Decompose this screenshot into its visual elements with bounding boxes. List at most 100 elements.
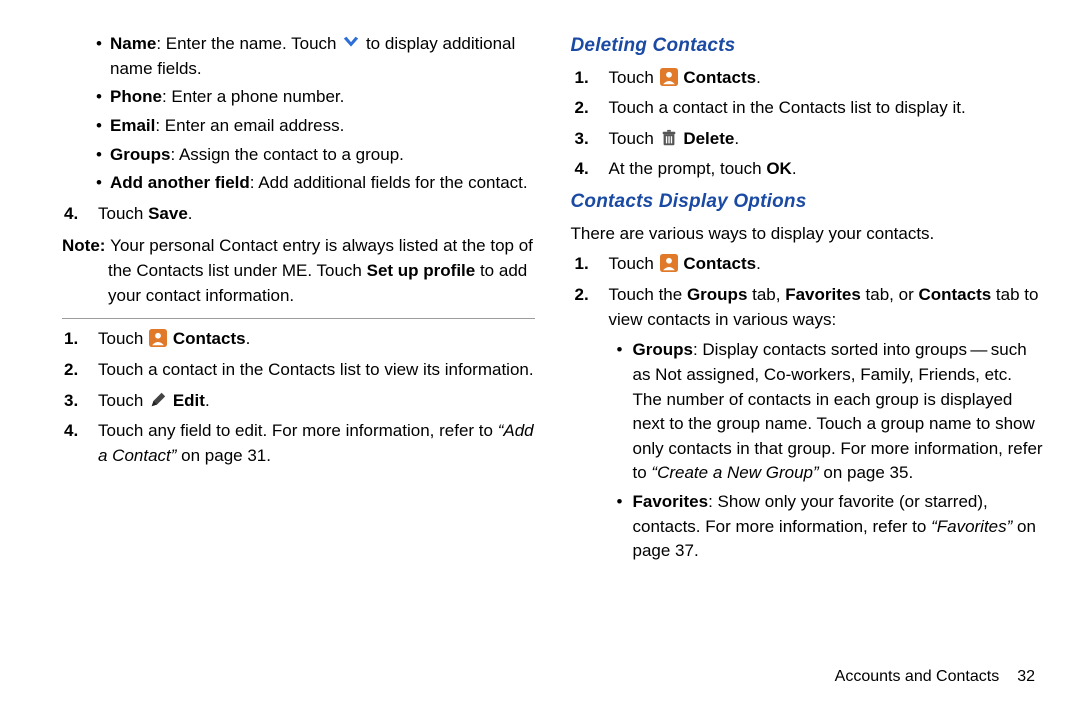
text: . [756,254,761,273]
text: Touch [98,204,148,223]
heading-deleting-contacts: Deleting Contacts [571,32,1046,60]
step-touch-edit: 3. Touch Edit. [90,389,535,414]
cross-reference: “Create a New Group” [651,463,818,482]
edit-steps: 1. Touch Contacts. 2. Touch a contact in… [60,327,535,468]
step-number: 1. [64,327,78,352]
delete-label: Delete [683,129,734,148]
page-footer: Accounts and Contacts 32 [835,665,1035,688]
text: : Add additional fields for the contact. [250,173,528,192]
save-label: Save [148,204,188,223]
bullet-phone: Phone: Enter a phone number. [110,85,535,110]
step-number: 2. [575,283,589,308]
display-sub-bullets: Groups: Display contacts sorted into gro… [571,338,1046,564]
ok-label: OK [766,159,792,178]
text: . [792,159,797,178]
manual-page: Name: Enter the name. Touch to display a… [0,0,1080,720]
text: . [246,329,251,348]
note-block: Note: Your personal Contact entry is alw… [62,234,535,319]
step-del-delete: 3. Touch Delete. [601,127,1046,152]
field-descriptions: Name: Enter the name. Touch to display a… [60,32,535,196]
step-number: 2. [64,358,78,383]
step-del-ok: 4. At the prompt, touch OK. [601,157,1046,182]
text: : Enter a phone number. [162,87,344,106]
step-number: 4. [64,419,78,444]
field-label: Name [110,34,156,53]
heading-display-options: Contacts Display Options [571,188,1046,216]
step-touch-contacts: 1. Touch Contacts. [90,327,535,352]
bullet-email: Email: Enter an email address. [110,114,535,139]
text: Touch [609,254,659,273]
text: Touch [609,129,659,148]
contacts-label: Contacts [173,329,246,348]
step-view-contact: 2. Touch a contact in the Contacts list … [90,358,535,383]
step-number: 2. [575,96,589,121]
sub-favorites: Favorites: Show only your favorite (or s… [633,490,1046,564]
bullet-groups: Groups: Assign the contact to a group. [110,143,535,168]
text: Touch a contact in the Contacts list to … [98,360,534,379]
text: : Assign the contact to a group. [170,145,403,164]
edit-pencil-icon [149,391,167,409]
bullet-name: Name: Enter the name. Touch to display a… [110,32,535,81]
display-steps: 1. Touch Contacts. 2. Touch the Groups t… [571,252,1046,332]
text: Touch [98,329,148,348]
field-label: Phone [110,87,162,106]
step-edit-field: 4. Touch any field to edit. For more inf… [90,419,535,468]
footer-section: Accounts and Contacts [835,668,1000,685]
step-number: 4. [64,202,78,227]
step-save: 4. Touch Save. [90,202,535,227]
favorites-label: Favorites [633,492,709,511]
delete-steps: 1. Touch Contacts. 2. Touch a contact in… [571,66,1046,183]
text: Touch [98,391,148,410]
step-number: 1. [575,252,589,277]
step-del-display: 2. Touch a contact in the Contacts list … [601,96,1046,121]
contacts-label: Contacts [683,254,756,273]
contacts-icon [149,329,167,347]
text: tab, [747,285,785,304]
step-disp-tabs: 2. Touch the Groups tab, Favorites tab, … [601,283,1046,332]
text: on page 31. [176,446,271,465]
text: Touch any field to edit. For more inform… [98,421,498,440]
groups-label: Groups [633,340,693,359]
expand-down-icon [342,34,360,52]
page-number: 32 [1017,668,1035,685]
step-del-contacts: 1. Touch Contacts. [601,66,1046,91]
text: Touch a contact in the Contacts list to … [609,98,966,117]
step-number: 3. [575,127,589,152]
left-column: Name: Enter the name. Touch to display a… [60,28,557,710]
text: : Enter an email address. [155,116,344,135]
text: on page 35. [819,463,914,482]
text: : Display contacts sorted into groups — … [633,340,1043,482]
step-number: 4. [575,157,589,182]
field-label: Email [110,116,155,135]
text: At the prompt, touch [609,159,767,178]
note-label: Note: [62,236,110,255]
text: : Enter the name. Touch [156,34,341,53]
text: tab, or [861,285,919,304]
text: Touch the [609,285,687,304]
sub-groups: Groups: Display contacts sorted into gro… [633,338,1046,486]
field-label: Groups [110,145,170,164]
intro-text: There are various ways to display your c… [571,222,1046,247]
groups-tab-label: Groups [687,285,747,304]
save-step-list: 4. Touch Save. [60,202,535,227]
contacts-label: Contacts [683,68,756,87]
trash-icon [660,129,678,147]
text: . [756,68,761,87]
text: . [205,391,210,410]
cross-reference: “Favorites” [931,517,1012,536]
contacts-icon [660,68,678,86]
text: Touch [609,68,659,87]
edit-label: Edit [173,391,205,410]
step-number: 1. [575,66,589,91]
step-number: 3. [64,389,78,414]
favorites-tab-label: Favorites [785,285,861,304]
bullet-add-another: Add another field: Add additional fields… [110,171,535,196]
contacts-icon [660,254,678,272]
contacts-tab-label: Contacts [918,285,991,304]
field-label: Add another field [110,173,250,192]
step-disp-contacts: 1. Touch Contacts. [601,252,1046,277]
note-body: Note: Your personal Contact entry is alw… [62,234,535,308]
right-column: Deleting Contacts 1. Touch Contacts. 2. … [557,28,1046,710]
text: . [188,204,193,223]
set-up-profile-label: Set up profile [367,261,476,280]
